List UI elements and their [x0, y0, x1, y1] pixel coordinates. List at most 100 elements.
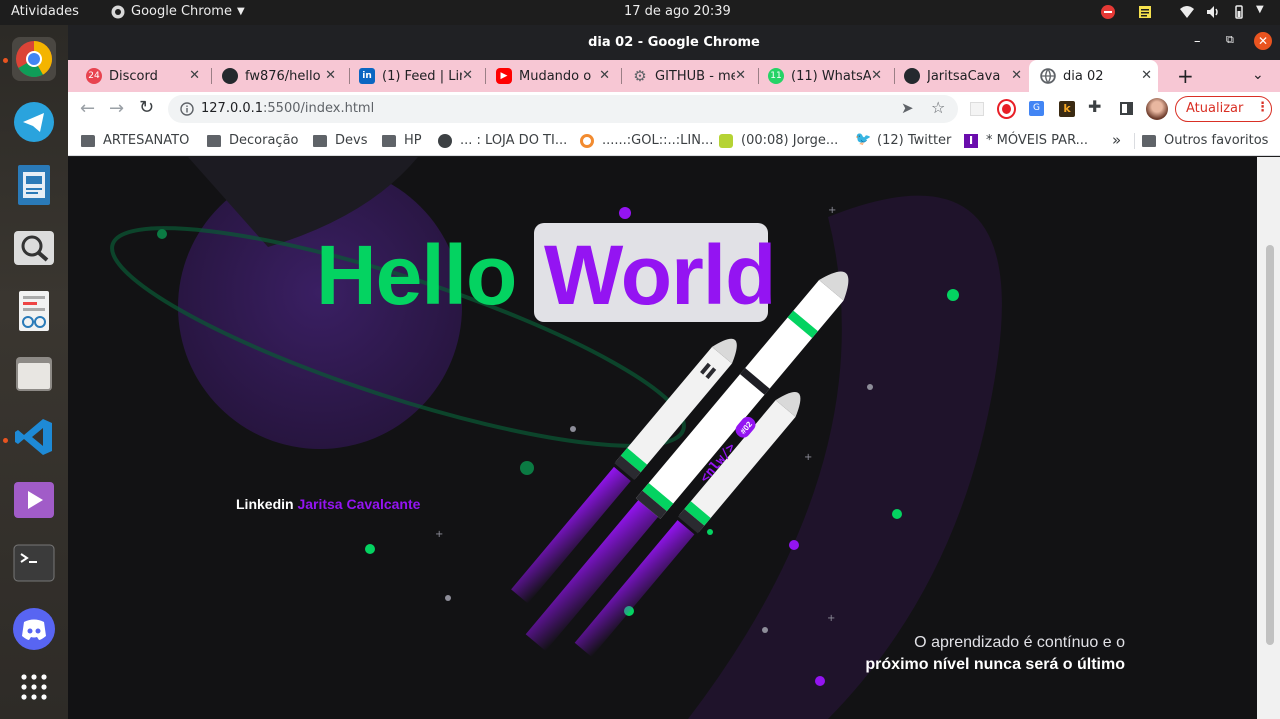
maximize-icon[interactable]: ⧉: [1226, 33, 1234, 47]
scrollbar-thumb[interactable]: [1266, 245, 1274, 645]
wifi-icon[interactable]: [1180, 5, 1194, 19]
back-arrow-icon[interactable]: ←: [80, 98, 95, 119]
play-icon: [14, 482, 54, 518]
close-tab-icon[interactable]: ✕: [1011, 68, 1022, 83]
bookmark-star-icon[interactable]: ☆: [931, 98, 945, 117]
k-extension-icon[interactable]: k: [1059, 101, 1075, 117]
tab-separator: [485, 68, 486, 84]
video-player-launcher-icon[interactable]: [12, 478, 56, 522]
bookmark-folder-decoracao[interactable]: Decoração: [207, 133, 299, 148]
tab-search-chevron-icon[interactable]: ⌄: [1252, 67, 1264, 83]
update-button[interactable]: Atualizar ⋮: [1175, 96, 1272, 122]
do-not-disturb-icon[interactable]: [1101, 5, 1115, 19]
tab-discord[interactable]: 24 Discord ✕: [86, 60, 206, 92]
new-tab-plus-icon[interactable]: +: [1177, 64, 1194, 88]
close-window-icon[interactable]: ✕: [1254, 32, 1272, 50]
orbit-dot: [157, 229, 167, 239]
terminal-icon: [13, 544, 55, 582]
bookmark-label: Outros favoritos: [1164, 133, 1269, 148]
app-grid-launcher-icon[interactable]: [12, 665, 56, 709]
minimize-icon[interactable]: –: [1194, 34, 1201, 49]
bookmark-label: (00:08) Jorge...: [741, 133, 839, 148]
forward-arrow-icon[interactable]: →: [109, 98, 124, 119]
notes-icon[interactable]: [1138, 5, 1152, 19]
bookmark-twitter[interactable]: 🐦 (12) Twitter: [855, 133, 951, 149]
tab-linkedin[interactable]: in (1) Feed | Lin ✕: [359, 60, 479, 92]
tab-github-hello[interactable]: fw876/hello ✕: [222, 60, 342, 92]
battery-icon[interactable]: [1232, 5, 1246, 19]
close-tab-icon[interactable]: ✕: [1141, 68, 1152, 83]
star-purple: [789, 540, 799, 550]
linkedin-profile-link[interactable]: Jaritsa Cavalcante: [297, 496, 420, 512]
tab-github-jaritsa[interactable]: JaritsaCava ✕: [904, 60, 1028, 92]
discord-icon: [13, 608, 55, 650]
profile-avatar[interactable]: [1146, 98, 1168, 120]
bookmark-gol-lin[interactable]: ......:GOL::..:LIN...: [580, 133, 713, 148]
vscode-launcher-icon[interactable]: [12, 415, 56, 459]
extension-blank-icon[interactable]: [970, 102, 984, 116]
youtube-icon: ▶: [496, 68, 512, 84]
puzzle-extensions-icon[interactable]: ✚: [1088, 97, 1101, 116]
bookmark-folder-other[interactable]: Outros favoritos: [1142, 133, 1268, 148]
bookmark-loja-do-ti[interactable]: ... : LOJA DO TI...: [438, 133, 567, 148]
bookmark-folder-devs[interactable]: Devs: [313, 133, 367, 148]
close-tab-icon[interactable]: ✕: [189, 68, 200, 83]
document-scanner-launcher-icon[interactable]: [12, 289, 56, 333]
app-menu-label: Google Chrome: [131, 4, 232, 19]
files-launcher-icon[interactable]: [12, 352, 56, 396]
telegram-launcher-icon[interactable]: [12, 100, 56, 144]
star-grey: [867, 384, 873, 390]
close-tab-icon[interactable]: ✕: [599, 68, 610, 83]
tab-dia-02-active[interactable]: dia 02 ✕: [1029, 60, 1158, 92]
omnibox[interactable]: 127.0.0.1:5500/index.html ➤ ☆: [168, 95, 958, 123]
close-tab-icon[interactable]: ✕: [735, 68, 746, 83]
volume-icon[interactable]: [1206, 5, 1220, 19]
globe-icon: [1040, 68, 1056, 84]
bookmark-label: ......:GOL::..:LIN...: [602, 133, 714, 148]
activities-button[interactable]: Atividades: [11, 4, 79, 19]
tab-whatsapp[interactable]: 11 (11) WhatsA ✕: [768, 60, 888, 92]
url-path: :5500/index.html: [263, 101, 375, 116]
opera-extension-icon[interactable]: [997, 99, 1016, 119]
translate-extension-icon[interactable]: G: [1029, 101, 1044, 116]
close-tab-icon[interactable]: ✕: [871, 68, 882, 83]
running-indicator: [3, 58, 8, 63]
send-to-devices-icon[interactable]: ➤: [901, 99, 914, 117]
writer-launcher-icon[interactable]: [12, 163, 56, 207]
discord-launcher-icon[interactable]: [12, 607, 56, 651]
reader-icon: [19, 291, 49, 331]
chrome-launcher-icon[interactable]: [12, 37, 56, 81]
tab-separator: [211, 68, 212, 84]
orbit-dot: [520, 461, 534, 475]
bookmark-folder-hp[interactable]: HP: [382, 133, 422, 148]
page-scrollbar[interactable]: [1257, 157, 1280, 719]
side-panel-icon[interactable]: [1120, 102, 1133, 115]
more-bookmarks-chevron-icon[interactable]: »: [1112, 131, 1121, 149]
url-text: 127.0.0.1:5500/index.html: [201, 101, 374, 116]
tab-title: dia 02: [1063, 68, 1104, 84]
tab-separator: [349, 68, 350, 84]
hello-heading: Hello: [316, 228, 517, 322]
bookmark-label: ARTESANATO: [103, 133, 190, 148]
image-viewer-launcher-icon[interactable]: [12, 226, 56, 270]
document-icon: [18, 165, 50, 205]
bookmark-moveis[interactable]: I * MÓVEIS PAR...: [964, 133, 1088, 148]
close-tab-icon[interactable]: ✕: [325, 68, 336, 83]
close-tab-icon[interactable]: ✕: [462, 68, 473, 83]
gear-icon: ⚙: [633, 67, 647, 85]
tab-separator: [621, 68, 622, 84]
star-green: [947, 289, 959, 301]
window-title-bar[interactable]: dia 02 - Google Chrome – ⧉ ✕: [68, 25, 1280, 60]
bookmark-jorge[interactable]: (00:08) Jorge...: [719, 133, 838, 148]
tab-youtube[interactable]: ▶ Mudando o ✕: [496, 60, 616, 92]
folder-icon: [1142, 134, 1156, 147]
quote-line-2: próximo nível nunca será o último: [865, 656, 1125, 673]
clock[interactable]: 17 de ago 20:39: [624, 4, 731, 19]
reload-icon[interactable]: ↻: [139, 97, 154, 118]
app-menu[interactable]: Google Chrome ▼: [111, 4, 245, 19]
terminal-launcher-icon[interactable]: [12, 541, 56, 585]
tab-github-settings[interactable]: ⚙ GITHUB - me ✕: [632, 60, 752, 92]
power-menu-chevron-icon[interactable]: ▼: [1256, 4, 1264, 15]
bookmark-folder-artesanato[interactable]: ARTESANATO: [81, 133, 189, 148]
info-icon[interactable]: [180, 102, 194, 116]
